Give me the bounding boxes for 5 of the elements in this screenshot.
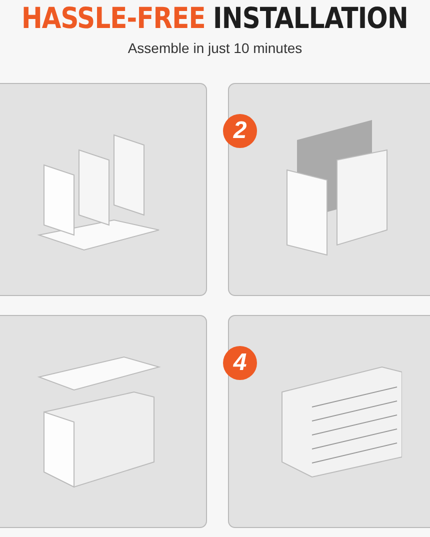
heading-accent: HASSLE-FREE [22,0,206,36]
step-number: 4 [223,346,257,380]
subtitle: Assemble in just 10 minutes [128,40,302,56]
heading-text: INSTALLATION [213,0,408,36]
step-number: 2 [223,114,257,148]
